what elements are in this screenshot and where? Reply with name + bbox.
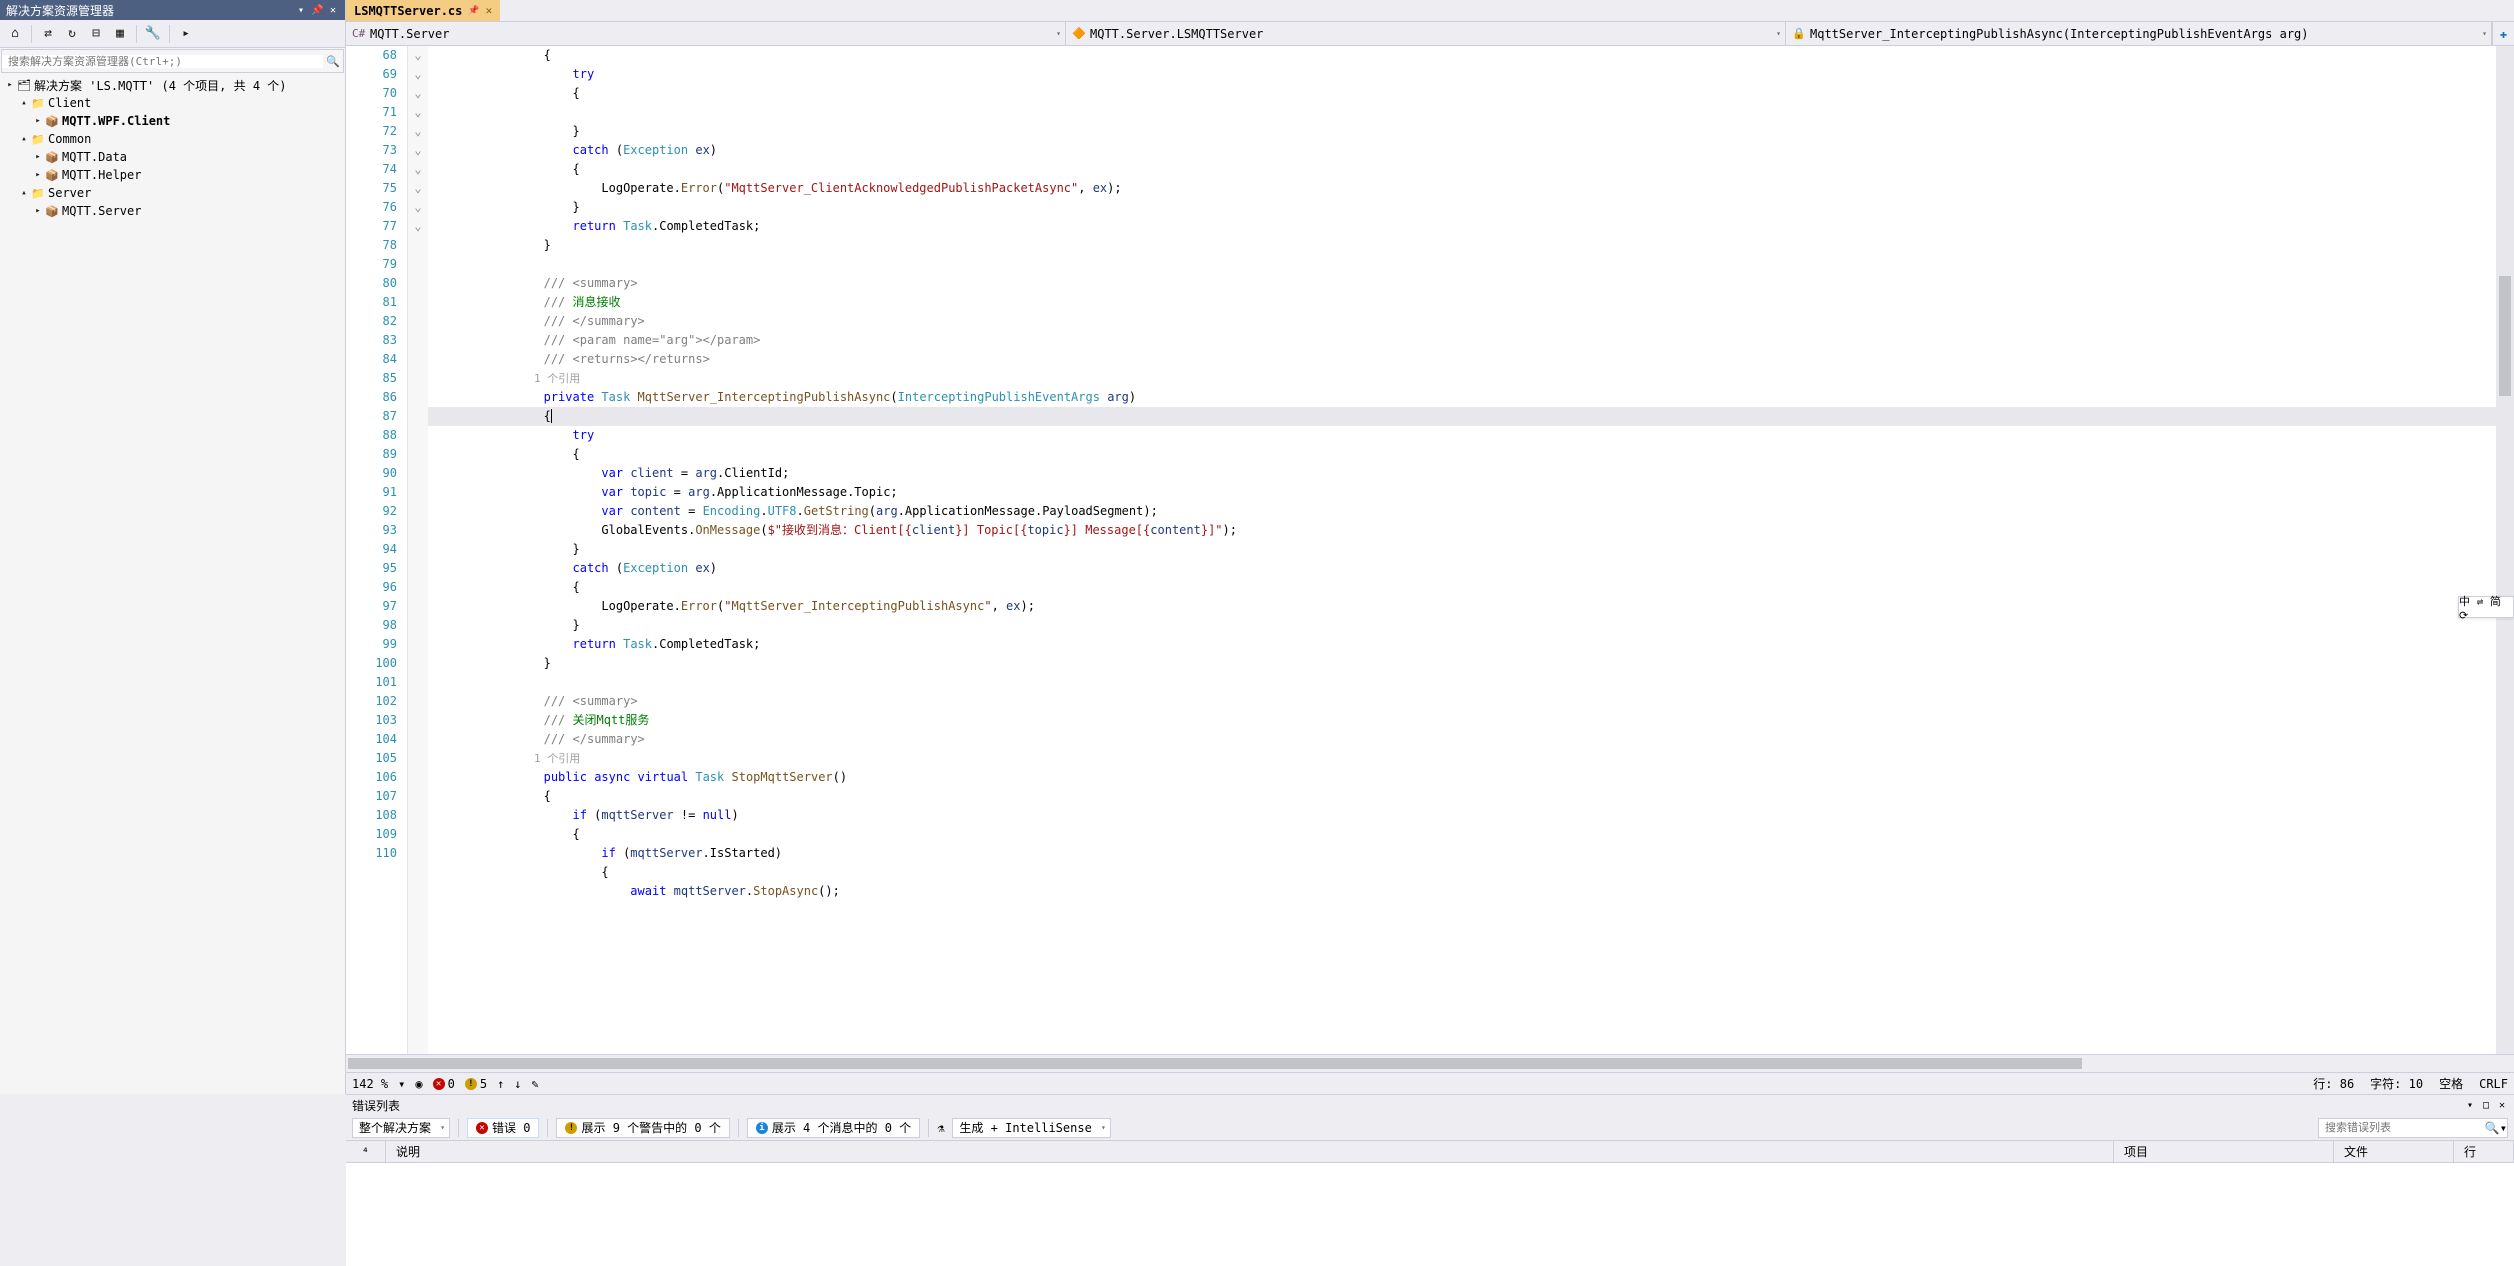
- sync-icon[interactable]: ⇄: [37, 23, 59, 45]
- solution-search-input[interactable]: [2, 55, 323, 68]
- close-icon[interactable]: ✕: [327, 5, 339, 16]
- solution-explorer: 解决方案资源管理器 ▾ 📌 ✕ ⌂ ⇄ ↻ ⊟ ▦ 🔧 ▸ 🔍 ▸🗂解决方案 '…: [0, 0, 346, 1094]
- project-label: MQTT.WPF.Client: [62, 114, 170, 128]
- properties-icon[interactable]: 🔧: [142, 23, 164, 45]
- code-navbar: C#MQTT.Server▾ 🔶MQTT.Server.LSMQTTServer…: [346, 22, 2514, 46]
- lineend-indicator[interactable]: CRLF: [2479, 1077, 2508, 1091]
- search-icon[interactable]: 🔍: [323, 55, 343, 68]
- col-project[interactable]: 项目: [2114, 1141, 2334, 1162]
- solution-node[interactable]: ▸🗂解决方案 'LS.MQTT' (4 个项目, 共 4 个): [0, 76, 345, 94]
- close-icon[interactable]: ✕: [486, 4, 493, 17]
- line-indicator[interactable]: 行: 86: [2313, 1075, 2354, 1092]
- project-wpf-client[interactable]: ▸📦MQTT.WPF.Client: [0, 112, 345, 130]
- folder-label: Common: [48, 132, 91, 146]
- issues-icon[interactable]: ◉: [415, 1077, 422, 1091]
- col-description[interactable]: 说明: [386, 1141, 2114, 1162]
- panel-options-icon[interactable]: ▾: [295, 5, 307, 16]
- error-count[interactable]: ✕0: [433, 1077, 455, 1091]
- split-editor-button[interactable]: ✚: [2492, 22, 2514, 45]
- col-icon[interactable]: ⁴: [346, 1141, 386, 1162]
- project-data[interactable]: ▸📦MQTT.Data: [0, 148, 345, 166]
- solution-search[interactable]: 🔍: [1, 49, 344, 73]
- pen-icon[interactable]: ✎: [532, 1077, 539, 1091]
- scrollbar-thumb[interactable]: [348, 1058, 2082, 1069]
- vertical-scrollbar[interactable]: [2496, 46, 2514, 1054]
- solution-tree: ▸🗂解决方案 'LS.MQTT' (4 个项目, 共 4 个) ▴📁Client…: [0, 74, 345, 1094]
- horizontal-scrollbar[interactable]: [346, 1054, 2514, 1072]
- nav-class-dropdown[interactable]: 🔶MQTT.Server.LSMQTTServer▾: [1066, 22, 1786, 45]
- folder-label: Server: [48, 186, 91, 200]
- col-line[interactable]: 行: [2454, 1141, 2514, 1162]
- nav-method-dropdown[interactable]: 🔒 MqttServer_InterceptingPublishAsync(Int…: [1786, 22, 2492, 45]
- error-list-body: [346, 1163, 2514, 1266]
- nav-method-label: MqttServer_InterceptingPublishAsync(Inte…: [1810, 27, 2309, 41]
- col-indicator[interactable]: 字符: 10: [2370, 1075, 2423, 1092]
- build-dropdown[interactable]: 生成 + IntelliSense: [952, 1118, 1110, 1138]
- class-icon: 🔶: [1072, 27, 1086, 40]
- folder-label: Client: [48, 96, 91, 110]
- solution-explorer-title: 解决方案资源管理器: [6, 2, 114, 19]
- error-list-toolbar: 整个解决方案 ✕错误 0 !展示 9 个警告中的 0 个 i展示 4 个消息中的…: [346, 1115, 2514, 1141]
- editor-area: LSMQTTServer.cs 📌 ✕ C#MQTT.Server▾ 🔶MQTT…: [346, 0, 2514, 1094]
- indent-indicator[interactable]: 空格: [2439, 1075, 2463, 1092]
- folder-client[interactable]: ▴📁Client: [0, 94, 345, 112]
- nav-project-dropdown[interactable]: C#MQTT.Server▾: [346, 22, 1066, 45]
- nav-down-icon[interactable]: ↓: [514, 1077, 521, 1091]
- home-icon[interactable]: ⌂: [4, 23, 26, 45]
- nav-up-icon[interactable]: ↑: [497, 1077, 504, 1091]
- showall-icon[interactable]: ▦: [109, 23, 131, 45]
- scope-dropdown[interactable]: 整个解决方案: [352, 1118, 450, 1138]
- folder-common[interactable]: ▴📁Common: [0, 130, 345, 148]
- maximize-icon[interactable]: □: [2480, 1100, 2492, 1111]
- tab-lsmqttserver[interactable]: LSMQTTServer.cs 📌 ✕: [346, 0, 500, 21]
- errors-filter[interactable]: ✕错误 0: [467, 1118, 539, 1138]
- errorlist-search[interactable]: 🔍▾: [2318, 1118, 2508, 1138]
- code-editor[interactable]: 6869707172737475767778798081828384858687…: [346, 46, 2514, 1054]
- tab-label: LSMQTTServer.cs: [354, 4, 462, 18]
- solution-label: 解决方案 'LS.MQTT' (4 个项目, 共 4 个): [34, 77, 287, 94]
- error-list-title: 错误列表: [352, 1097, 400, 1114]
- folder-server[interactable]: ▴📁Server: [0, 184, 345, 202]
- solution-explorer-toolbar: ⌂ ⇄ ↻ ⊟ ▦ 🔧 ▸: [0, 20, 345, 48]
- close-icon[interactable]: ✕: [2496, 1100, 2508, 1111]
- search-icon[interactable]: 🔍▾: [2485, 1121, 2507, 1135]
- error-list-panel: 错误列表 ▾ □ ✕ 整个解决方案 ✕错误 0 !展示 9 个警告中的 0 个 …: [346, 1094, 2514, 1266]
- code-content[interactable]: { try { } catch (Exception ex) { LogOper…: [428, 46, 2496, 1054]
- warnings-filter[interactable]: !展示 9 个警告中的 0 个: [556, 1118, 729, 1138]
- scrollbar-thumb[interactable]: [2499, 276, 2511, 396]
- project-label: MQTT.Helper: [62, 168, 141, 182]
- refresh-icon[interactable]: ↻: [61, 23, 83, 45]
- csharp-icon: C#: [352, 27, 366, 40]
- error-list-header: 错误列表 ▾ □ ✕: [346, 1095, 2514, 1115]
- nav-class-label: MQTT.Server.LSMQTTServer: [1090, 27, 1263, 41]
- pin-icon[interactable]: 📌: [311, 5, 323, 16]
- nav-project-label: MQTT.Server: [370, 27, 449, 41]
- project-label: MQTT.Server: [62, 204, 141, 218]
- tabbar: LSMQTTServer.cs 📌 ✕: [346, 0, 2514, 22]
- zoom-level[interactable]: 142 %: [352, 1077, 388, 1091]
- collapse-icon[interactable]: ⊟: [85, 23, 107, 45]
- col-file[interactable]: 文件: [2334, 1141, 2454, 1162]
- warning-count[interactable]: !5: [465, 1077, 487, 1091]
- ime-badge[interactable]: 中 ⇌ 简 ⟳: [2458, 596, 2514, 618]
- filter-icon[interactable]: ⚗: [937, 1121, 944, 1135]
- error-list-columns: ⁴ 说明 项目 文件 行: [346, 1141, 2514, 1163]
- line-number-gutter: 6869707172737475767778798081828384858687…: [346, 46, 408, 1054]
- messages-filter[interactable]: i展示 4 个消息中的 0 个: [747, 1118, 920, 1138]
- preview-icon[interactable]: ▸: [175, 23, 197, 45]
- errorlist-search-input[interactable]: [2319, 1121, 2485, 1134]
- pin-icon[interactable]: 📌: [468, 6, 479, 16]
- solution-explorer-header: 解决方案资源管理器 ▾ 📌 ✕: [0, 0, 345, 20]
- editor-statusbar: 142 % ▾ ◉ ✕0 !5 ↑ ↓ ✎ 行: 86 字符: 10 空格 CR…: [346, 1072, 2514, 1094]
- panel-options-icon[interactable]: ▾: [2464, 1100, 2476, 1111]
- project-server[interactable]: ▸📦MQTT.Server: [0, 202, 345, 220]
- project-label: MQTT.Data: [62, 150, 127, 164]
- fold-gutter[interactable]: ⌄⌄⌄⌄⌄⌄⌄⌄⌄⌄: [408, 46, 428, 1054]
- project-helper[interactable]: ▸📦MQTT.Helper: [0, 166, 345, 184]
- method-icon: 🔒: [1792, 27, 1806, 40]
